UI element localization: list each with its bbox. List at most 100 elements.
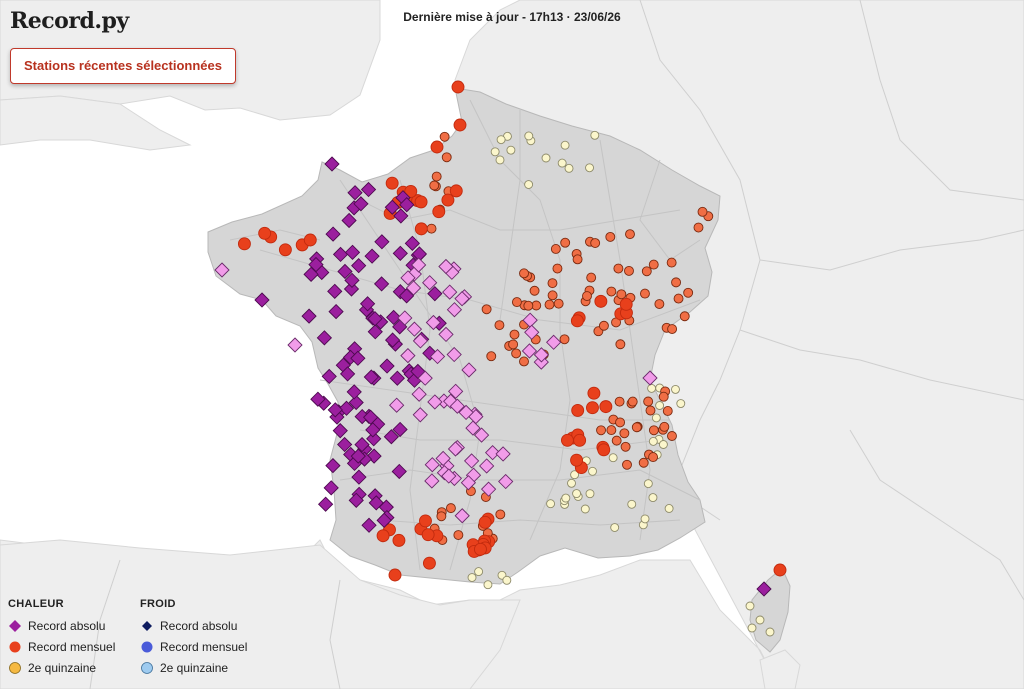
station-record-mensuel-marker[interactable] bbox=[422, 556, 436, 570]
station-record-mensuel-marker[interactable] bbox=[414, 222, 428, 236]
station-record-mensuel-marker[interactable] bbox=[432, 205, 446, 219]
station-record-mensuel-marker[interactable] bbox=[619, 428, 630, 439]
station-record-mensuel-marker[interactable] bbox=[570, 314, 584, 328]
station-record-mensuel-marker[interactable] bbox=[641, 266, 652, 277]
station-quinzaine-marker[interactable] bbox=[546, 499, 556, 509]
station-record-mensuel-marker[interactable] bbox=[303, 233, 317, 247]
station-record-mensuel-marker[interactable] bbox=[643, 396, 654, 407]
station-record-mensuel-marker[interactable] bbox=[481, 304, 492, 315]
station-record-mensuel-marker[interactable] bbox=[441, 152, 452, 163]
station-record-mensuel-marker[interactable] bbox=[619, 297, 633, 311]
station-quinzaine-marker[interactable] bbox=[474, 567, 484, 577]
station-quinzaine-marker[interactable] bbox=[610, 523, 620, 532]
station-record-mensuel-marker[interactable] bbox=[509, 329, 520, 340]
station-record-mensuel-marker[interactable] bbox=[550, 244, 561, 254]
station-record-mensuel-marker[interactable] bbox=[586, 401, 599, 415]
station-record-mensuel-marker[interactable] bbox=[414, 195, 428, 209]
station-quinzaine-marker[interactable] bbox=[747, 623, 757, 633]
station-record-mensuel-marker[interactable] bbox=[453, 530, 464, 540]
station-record-mensuel-marker[interactable] bbox=[258, 226, 272, 240]
station-record-mensuel-marker[interactable] bbox=[666, 257, 677, 268]
station-quinzaine-marker[interactable] bbox=[567, 478, 576, 488]
station-quinzaine-marker[interactable] bbox=[572, 489, 582, 499]
station-record-mensuel-marker[interactable] bbox=[388, 568, 402, 582]
station-record-mensuel-marker[interactable] bbox=[474, 542, 487, 556]
station-quinzaine-marker[interactable] bbox=[483, 580, 493, 590]
station-record-mensuel-marker[interactable] bbox=[613, 263, 624, 274]
station-record-mensuel-marker[interactable] bbox=[590, 238, 601, 249]
station-record-mensuel-marker[interactable] bbox=[529, 285, 540, 296]
station-record-mensuel-marker[interactable] bbox=[553, 298, 564, 309]
station-record-mensuel-marker[interactable] bbox=[519, 268, 529, 279]
station-record-mensuel-marker[interactable] bbox=[615, 339, 626, 350]
station-record-mensuel-marker[interactable] bbox=[631, 422, 642, 433]
station-record-mensuel-marker[interactable] bbox=[237, 237, 251, 251]
station-quinzaine-marker[interactable] bbox=[676, 399, 686, 408]
station-record-mensuel-marker[interactable] bbox=[426, 223, 437, 234]
station-record-mensuel-marker[interactable] bbox=[667, 324, 678, 334]
station-quinzaine-marker[interactable] bbox=[640, 514, 650, 524]
station-record-mensuel-marker[interactable] bbox=[648, 259, 659, 270]
station-record-mensuel-marker[interactable] bbox=[598, 320, 609, 331]
station-record-mensuel-marker[interactable] bbox=[421, 528, 435, 542]
station-quinzaine-marker[interactable] bbox=[524, 131, 534, 141]
station-record-mensuel-marker[interactable] bbox=[511, 297, 522, 308]
station-quinzaine-marker[interactable] bbox=[647, 383, 657, 393]
station-record-mensuel-marker[interactable] bbox=[439, 131, 450, 142]
station-record-mensuel-marker[interactable] bbox=[671, 277, 682, 288]
station-record-mensuel-marker[interactable] bbox=[495, 509, 506, 520]
station-record-mensuel-marker[interactable] bbox=[570, 453, 584, 467]
station-record-mensuel-marker[interactable] bbox=[478, 515, 492, 529]
station-record-mensuel-marker[interactable] bbox=[453, 118, 467, 132]
station-record-mensuel-marker[interactable] bbox=[451, 80, 465, 94]
station-record-mensuel-marker[interactable] bbox=[667, 431, 677, 441]
station-quinzaine-marker[interactable] bbox=[560, 140, 570, 150]
station-record-mensuel-marker[interactable] bbox=[547, 278, 558, 289]
station-record-mensuel-marker[interactable] bbox=[645, 405, 656, 416]
station-record-mensuel-marker[interactable] bbox=[429, 180, 440, 191]
station-record-mensuel-marker[interactable] bbox=[614, 396, 625, 407]
station-record-mensuel-marker[interactable] bbox=[376, 529, 390, 543]
station-record-mensuel-marker[interactable] bbox=[436, 511, 447, 522]
station-quinzaine-marker[interactable] bbox=[495, 155, 505, 165]
station-record-mensuel-marker[interactable] bbox=[659, 421, 670, 432]
station-record-mensuel-marker[interactable] bbox=[615, 417, 626, 428]
station-record-mensuel-marker[interactable] bbox=[511, 348, 522, 359]
station-quinzaine-marker[interactable] bbox=[585, 489, 595, 499]
station-quinzaine-marker[interactable] bbox=[765, 627, 775, 637]
station-record-mensuel-marker[interactable] bbox=[430, 140, 444, 154]
station-quinzaine-marker[interactable] bbox=[664, 504, 674, 513]
station-record-mensuel-marker[interactable] bbox=[654, 299, 665, 309]
station-quinzaine-marker[interactable] bbox=[608, 453, 618, 463]
station-record-mensuel-marker[interactable] bbox=[640, 288, 650, 299]
station-record-mensuel-marker[interactable] bbox=[662, 406, 673, 416]
station-quinzaine-marker[interactable] bbox=[496, 135, 506, 145]
station-record-mensuel-marker[interactable] bbox=[679, 311, 690, 322]
station-record-mensuel-marker[interactable] bbox=[441, 193, 455, 207]
station-record-mensuel-marker[interactable] bbox=[449, 184, 463, 198]
station-quinzaine-marker[interactable] bbox=[658, 440, 668, 449]
station-record-mensuel-marker[interactable] bbox=[559, 334, 570, 345]
station-record-mensuel-marker[interactable] bbox=[648, 452, 659, 463]
station-record-mensuel-marker[interactable] bbox=[523, 300, 534, 311]
station-quinzaine-marker[interactable] bbox=[561, 493, 571, 503]
station-quinzaine-marker[interactable] bbox=[585, 163, 594, 173]
station-record-mensuel-marker[interactable] bbox=[594, 294, 608, 308]
station-record-mensuel-marker[interactable] bbox=[573, 433, 587, 447]
station-record-mensuel-marker[interactable] bbox=[625, 229, 635, 240]
station-record-mensuel-marker[interactable] bbox=[773, 563, 787, 577]
station-record-mensuel-marker[interactable] bbox=[611, 435, 622, 446]
station-quinzaine-marker[interactable] bbox=[651, 413, 661, 423]
station-record-mensuel-marker[interactable] bbox=[486, 351, 497, 362]
station-record-mensuel-marker[interactable] bbox=[519, 356, 529, 367]
station-quinzaine-marker[interactable] bbox=[564, 163, 574, 173]
station-quinzaine-marker[interactable] bbox=[627, 499, 637, 509]
station-record-mensuel-marker[interactable] bbox=[419, 514, 432, 528]
station-quinzaine-marker[interactable] bbox=[755, 615, 765, 625]
station-quinzaine-marker[interactable] bbox=[490, 147, 500, 157]
station-record-mensuel-marker[interactable] bbox=[616, 289, 627, 300]
station-quinzaine-marker[interactable] bbox=[648, 436, 658, 446]
station-record-mensuel-marker[interactable] bbox=[560, 237, 571, 248]
station-record-mensuel-marker[interactable] bbox=[572, 254, 583, 265]
station-record-mensuel-marker[interactable] bbox=[596, 425, 606, 436]
